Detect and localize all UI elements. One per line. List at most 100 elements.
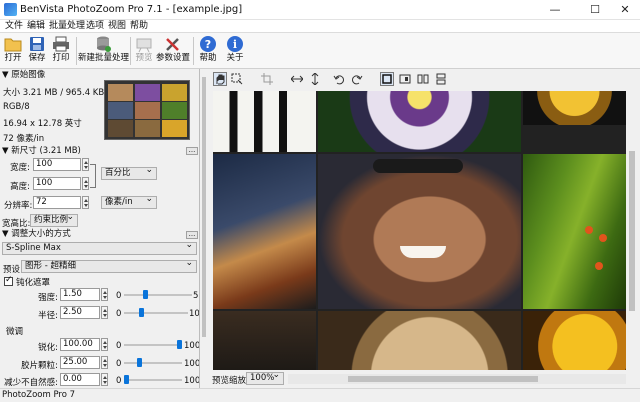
resolution-unit-select[interactable]: 像素/in xyxy=(101,194,157,209)
view-toolbar xyxy=(210,69,640,90)
artifact-input[interactable]: 0.00 xyxy=(60,373,100,386)
image-preview[interactable] xyxy=(213,91,626,370)
artifact-slider-track[interactable] xyxy=(124,379,182,381)
rotate-left-button[interactable] xyxy=(332,72,346,86)
svg-text:?: ? xyxy=(205,38,211,51)
film-grain-input[interactable]: 25.00 xyxy=(60,356,100,369)
size-unit-select[interactable]: 百分比 xyxy=(101,165,157,180)
sharpness-slider-thumb[interactable] xyxy=(177,340,182,349)
preview-vertical-scrollbar[interactable] xyxy=(626,91,638,370)
strength-slider-thumb[interactable] xyxy=(142,290,148,299)
side-by-side-button[interactable] xyxy=(416,72,430,86)
marquee-icon xyxy=(231,73,243,85)
settings-button[interactable]: 参数设置 xyxy=(156,34,190,68)
sharpness-min: 0 xyxy=(116,341,122,351)
strength-stepper[interactable] xyxy=(101,288,108,301)
unsharp-checkbox[interactable]: ✓ xyxy=(4,275,13,286)
sharpness-stepper[interactable] xyxy=(101,338,108,351)
split-view-button[interactable] xyxy=(398,72,412,86)
resolution-stepper[interactable] xyxy=(82,196,89,209)
aspect-label: 宽高比: xyxy=(2,219,31,229)
new-batch-button[interactable]: 新建批量处理 xyxy=(78,34,129,68)
aspect-select[interactable]: 约束比例 xyxy=(30,212,78,227)
rotate-right-button[interactable] xyxy=(350,72,364,86)
settings-label: 参数设置 xyxy=(156,53,191,63)
resolution-input[interactable]: 72 xyxy=(33,196,81,209)
panel-scrollbar[interactable] xyxy=(200,69,208,388)
preset-select[interactable]: 图形 - 超精细 xyxy=(21,258,197,273)
single-view-button[interactable] xyxy=(380,72,394,86)
window-title: BenVista PhotoZoom Pro 7.1 - [example.jp… xyxy=(20,4,243,15)
preview-zoom-select[interactable]: 100% xyxy=(246,370,284,385)
crop-button[interactable] xyxy=(260,72,274,86)
resize-method-header[interactable]: ▼ 调整大小的方式 xyxy=(2,229,198,240)
preview-vscroll-thumb[interactable] xyxy=(629,151,635,311)
radius-slider-thumb[interactable] xyxy=(138,308,144,317)
flip-horizontal-button[interactable] xyxy=(290,72,304,86)
minimize-button[interactable]: — xyxy=(540,0,570,20)
sharpness-slider-track[interactable] xyxy=(124,344,182,346)
cooking-pan-photo xyxy=(213,154,316,309)
radius-label: 半径: xyxy=(38,311,58,321)
open-button[interactable]: 打开 xyxy=(2,34,24,68)
menu-help[interactable]: 帮助 xyxy=(128,20,150,33)
printer-icon xyxy=(53,36,69,52)
strength-slider-track[interactable] xyxy=(124,294,192,296)
height-input[interactable]: 100 xyxy=(33,177,81,190)
print-button[interactable]: 打印 xyxy=(50,34,72,68)
preview-hscroll-thumb[interactable] xyxy=(348,376,538,382)
stacked-view-icon xyxy=(436,73,446,85)
menu-view[interactable]: 视图 xyxy=(106,20,128,33)
link-bracket xyxy=(90,164,96,188)
preview-horizontal-scrollbar[interactable] xyxy=(288,374,626,384)
fine-tune-label: 微调 xyxy=(6,327,24,337)
height-label: 高度: xyxy=(10,182,30,192)
film-grain-slider-track[interactable] xyxy=(124,362,182,364)
width-input[interactable]: 100 xyxy=(33,158,81,171)
sharpness-label: 锐化: xyxy=(38,343,58,353)
artifact-stepper[interactable] xyxy=(101,373,108,386)
flip-vertical-button[interactable] xyxy=(308,72,322,86)
thumb-tile xyxy=(162,102,187,119)
preview-button[interactable]: 预览 xyxy=(133,34,155,68)
maximize-button[interactable]: ☐ xyxy=(580,0,610,20)
menu-options[interactable]: 选项 xyxy=(84,20,106,33)
strength-input[interactable]: 1.50 xyxy=(60,288,100,301)
film-grain-stepper[interactable] xyxy=(101,356,108,369)
algorithm-select[interactable]: S-Spline Max xyxy=(2,240,197,255)
menu-edit[interactable]: 编辑 xyxy=(25,20,47,33)
method-more-button[interactable]: ... xyxy=(186,231,198,239)
hand-tool-button[interactable] xyxy=(213,72,227,86)
radius-max: 10 xyxy=(189,309,200,319)
radius-stepper[interactable] xyxy=(101,306,108,319)
menu-batch[interactable]: 批量处理 xyxy=(47,20,87,33)
artifact-slider-thumb[interactable] xyxy=(124,375,129,384)
tree-frog-photo xyxy=(523,154,626,309)
thumb-tile xyxy=(108,84,133,101)
thumb-tile xyxy=(135,120,160,137)
stacked-view-button[interactable] xyxy=(434,72,448,86)
film-grain-max: 100 xyxy=(184,359,200,369)
sharpness-input[interactable]: 100.00 xyxy=(60,338,100,351)
height-stepper[interactable] xyxy=(82,177,89,190)
save-button[interactable]: 保存 xyxy=(26,34,48,68)
close-button[interactable]: ✕ xyxy=(610,0,640,20)
menu-file[interactable]: 文件 xyxy=(3,20,25,33)
app-icon xyxy=(4,3,17,16)
strength-min: 0 xyxy=(116,291,122,301)
open-label: 打开 xyxy=(4,53,22,63)
about-button[interactable]: i 关于 xyxy=(224,34,246,68)
help-button[interactable]: ? 帮助 xyxy=(197,34,219,68)
strength-label: 强度: xyxy=(38,293,58,303)
rotate-left-icon xyxy=(333,75,344,85)
panel-scroll-thumb[interactable] xyxy=(202,77,206,337)
width-stepper[interactable] xyxy=(82,158,89,171)
new-size-header-label: 新尺寸 (3.21 MB) xyxy=(11,146,81,156)
settings-panel: ▼ 原始图像 大小 3.21 MB / 965.4 KB RGB/8 16.94… xyxy=(0,69,200,388)
radius-input[interactable]: 2.50 xyxy=(60,306,100,319)
select-tool-button[interactable] xyxy=(230,72,244,86)
radius-slider-track[interactable] xyxy=(124,312,188,314)
new-size-header[interactable]: ▼ 新尺寸 (3.21 MB) xyxy=(2,146,198,157)
film-grain-slider-thumb[interactable] xyxy=(137,358,143,367)
menu-bar: 文件 编辑 批量处理 选项 视图 帮助 xyxy=(0,20,640,33)
